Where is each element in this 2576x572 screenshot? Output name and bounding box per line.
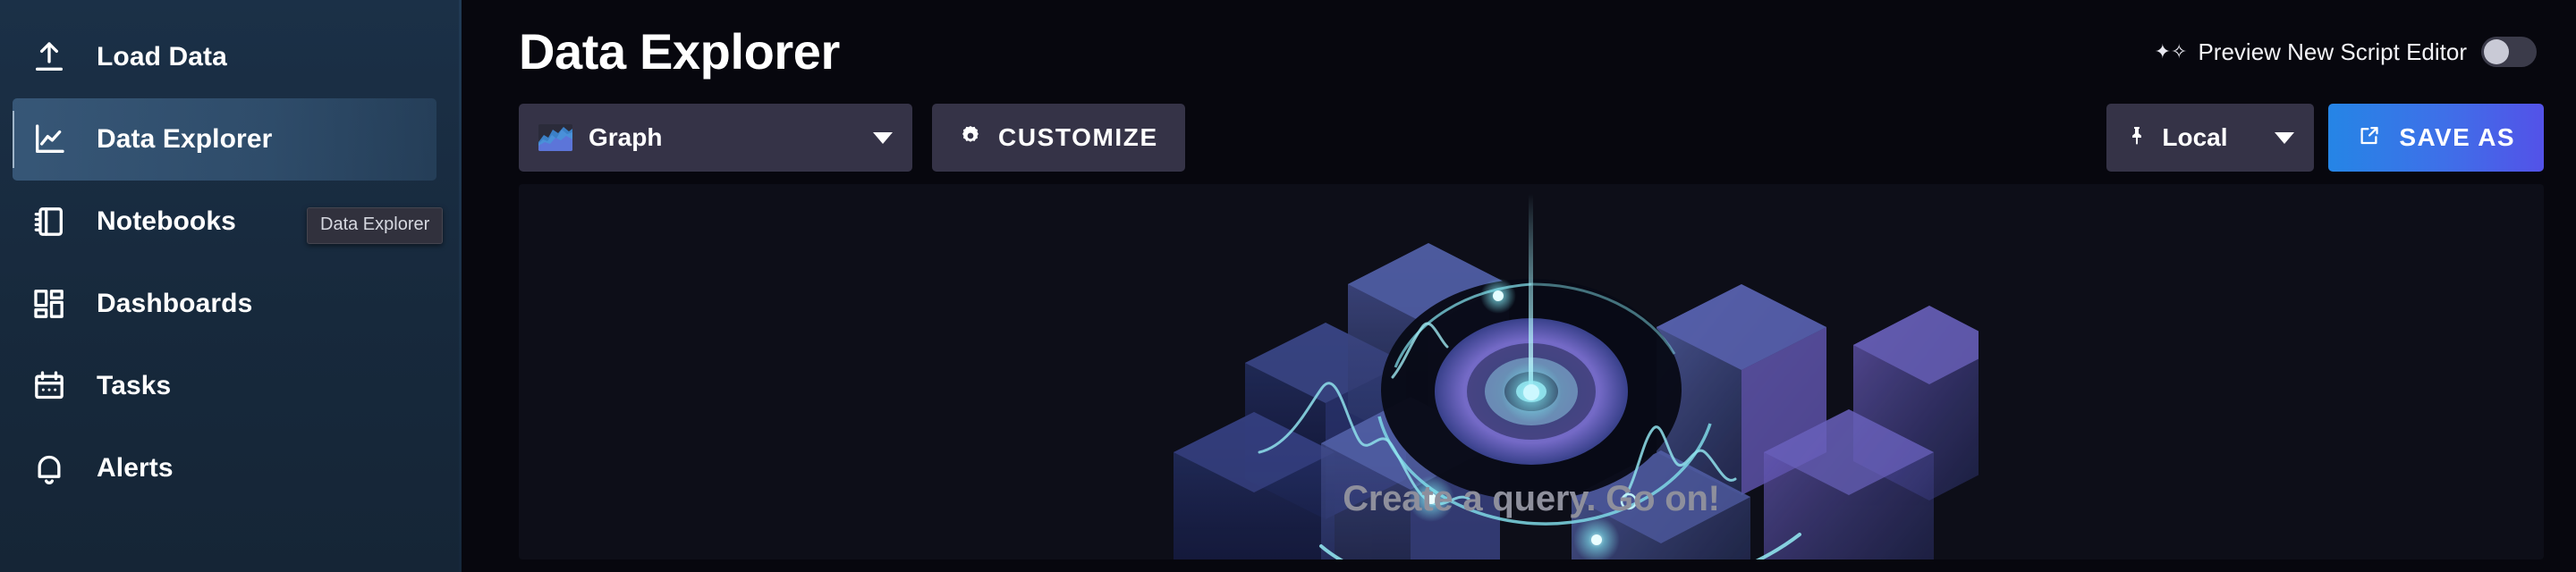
sidebar-item-label: Notebooks	[97, 206, 236, 236]
visualization-type-label: Graph	[589, 123, 663, 151]
sparkles-icon: ✦✧	[2154, 40, 2188, 63]
header-actions: ✦✧ Preview New Script Editor	[2155, 37, 2544, 67]
visualization-panel: Create a query. Go on!	[519, 184, 2544, 559]
viz-toolbar: Graph CUSTOMIZE Local SAVE AS	[519, 104, 2544, 172]
toolbar-right-actions: Local SAVE AS	[2106, 104, 2544, 172]
preview-toggle-text: Preview New Script Editor	[2198, 38, 2467, 65]
sidebar-item-label: Dashboards	[97, 289, 253, 318]
sidebar-item-tasks[interactable]: Tasks	[0, 345, 462, 427]
save-as-label: SAVE AS	[2399, 123, 2515, 151]
preview-script-editor-toggle[interactable]	[2481, 37, 2537, 67]
sidebar-item-data-explorer[interactable]: Data Explorer	[13, 98, 436, 181]
chevron-down-icon	[2275, 131, 2295, 144]
page-title: Data Explorer	[519, 23, 840, 80]
sidebar-item-label: Alerts	[97, 453, 174, 483]
bell-icon	[29, 448, 70, 489]
preview-script-editor-toggle-label: ✦✧ Preview New Script Editor	[2155, 38, 2467, 66]
primary-sidebar: Load Data Data Explorer Notebooks Dashbo…	[0, 0, 462, 572]
visualization-type-dropdown[interactable]: Graph	[519, 104, 912, 172]
page-header: Data Explorer ✦✧ Preview New Script Edit…	[519, 0, 2544, 104]
line-chart-icon	[29, 119, 70, 160]
sidebar-item-load-data[interactable]: Load Data	[0, 16, 462, 98]
sidebar-tooltip: Data Explorer	[307, 207, 444, 244]
chevron-down-icon	[873, 131, 893, 144]
graph-thumbnail-icon	[538, 124, 572, 151]
calendar-icon	[29, 366, 70, 407]
customize-button[interactable]: CUSTOMIZE	[932, 104, 1185, 172]
dashboard-icon	[29, 283, 70, 324]
export-icon	[2357, 123, 2381, 152]
main-content: Data Explorer ✦✧ Preview New Script Edit…	[462, 0, 2576, 572]
pin-icon	[2126, 125, 2148, 151]
sidebar-item-label: Data Explorer	[97, 124, 273, 154]
gear-icon	[959, 124, 982, 152]
sidebar-item-dashboards[interactable]: Dashboards	[0, 263, 462, 345]
data-explorer-page: Load Data Data Explorer Notebooks Dashbo…	[0, 0, 2576, 572]
timezone-dropdown[interactable]: Local	[2106, 104, 2315, 172]
timezone-label: Local	[2162, 123, 2228, 151]
sidebar-item-label: Load Data	[97, 42, 227, 72]
notebook-icon	[29, 201, 70, 242]
empty-state-text: Create a query. Go on!	[1343, 479, 1720, 518]
sidebar-item-alerts[interactable]: Alerts	[0, 427, 462, 509]
customize-label: CUSTOMIZE	[998, 123, 1158, 151]
upload-icon	[29, 37, 70, 78]
sidebar-item-label: Tasks	[97, 371, 172, 400]
save-as-button[interactable]: SAVE AS	[2328, 104, 2544, 172]
toggle-knob	[2484, 39, 2509, 64]
